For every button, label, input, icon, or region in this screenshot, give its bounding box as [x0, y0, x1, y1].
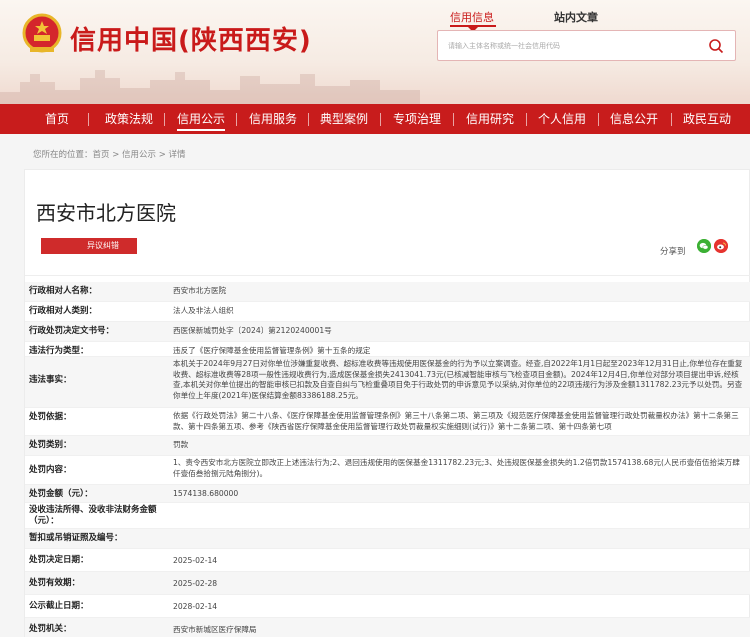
city-skyline-decoration — [0, 70, 420, 104]
nav-separator — [671, 113, 672, 126]
nav-credit-service[interactable]: 信用服务 — [246, 104, 300, 134]
site-title[interactable]: 信用中国(陕西西安) — [70, 20, 312, 57]
nav-typical-cases[interactable]: 典型案例 — [317, 104, 371, 134]
row-label: 行政相对人类别： — [29, 306, 98, 316]
objection-correction-button[interactable]: 异议纠错 — [41, 238, 137, 254]
table-row: 处罚类别： 罚款 — [25, 436, 750, 456]
tab-credit-info[interactable]: 信用信息 — [450, 9, 494, 25]
row-value: 1574138.680000 — [173, 489, 239, 498]
nav-separator — [308, 113, 309, 126]
row-value: 本机关于2024年9月27日对你单位涉嫌重复收费、超标准收费等违规使用医保基金的… — [173, 359, 743, 400]
row-label: 处罚有效期： — [29, 578, 81, 588]
row-label: 行政相对人名称： — [29, 286, 98, 296]
nav-special-governance[interactable]: 专项治理 — [390, 104, 444, 134]
table-row: 处罚金额（元）： 1574138.680000 — [25, 485, 750, 503]
nav-separator — [453, 113, 454, 126]
search-box — [437, 30, 736, 61]
main-nav: 首页 政策法规 信用公示 信用服务 典型案例 专项治理 信用研究 个人信用 信息… — [0, 104, 750, 134]
row-value: 违反了《医疗保障基金使用监督管理条例》第十五条的规定 — [173, 346, 371, 355]
table-row: 处罚依据： 依据《行政处罚法》第二十八条、《医疗保障基金使用监督管理条例》第三十… — [25, 408, 750, 436]
search-icon[interactable] — [708, 38, 724, 54]
row-value: 罚款 — [173, 440, 189, 449]
nav-separator — [164, 113, 165, 126]
row-label: 公示截止日期： — [29, 601, 89, 611]
row-label: 行政处罚决定文书号： — [29, 326, 115, 336]
search-input[interactable] — [448, 38, 698, 54]
nav-policy[interactable]: 政策法规 — [102, 104, 156, 134]
nav-separator — [88, 113, 89, 126]
row-label: 处罚金额（元）： — [29, 489, 93, 499]
table-row: 行政相对人名称： 西安市北方医院 — [25, 282, 750, 302]
nav-separator — [380, 113, 381, 126]
row-value: 2028-02-14 — [173, 602, 218, 611]
row-label: 处罚内容： — [29, 465, 72, 475]
wechat-share-icon[interactable] — [697, 239, 711, 253]
table-row: 违法事实： 本机关于2024年9月27日对你单位涉嫌重复收费、超标准收费等违规使… — [25, 357, 750, 408]
weibo-share-icon[interactable] — [714, 239, 728, 253]
page-title: 西安市北方医院 — [36, 201, 176, 225]
row-label: 处罚依据： — [29, 412, 72, 422]
info-table: 行政相对人名称： 西安市北方医院 行政相对人类别： 法人及非法人组织 行政处罚决… — [25, 282, 750, 637]
table-row: 没收违法所得、没收非法财务金额（元）： — [25, 503, 750, 529]
table-row: 违法行为类型： 违反了《医疗保障基金使用监督管理条例》第十五条的规定 — [25, 342, 750, 357]
nav-personal-credit[interactable]: 个人信用 — [535, 104, 589, 134]
table-row: 处罚内容： 1、责令西安市北方医院立即改正上述违法行为;2、退回违规使用的医保基… — [25, 456, 750, 485]
row-value: 2025-02-28 — [173, 579, 218, 588]
breadcrumb: 您所在的位置：首页 > 信用公示 > 详情 — [33, 150, 186, 160]
row-value: 2025-02-14 — [173, 556, 218, 565]
detail-header: 西安市北方医院 异议纠错 分享到 — [25, 170, 750, 276]
row-value: 西医保新城罚处字〔2024〕第2120240001号 — [173, 326, 332, 335]
table-row: 处罚决定日期： 2025-02-14 — [25, 549, 750, 572]
nav-credit-publicity[interactable]: 信用公示 — [175, 104, 227, 134]
table-row: 处罚机关： 西安市新城区医疗保障局 — [25, 618, 750, 637]
share-label: 分享到 — [660, 247, 686, 257]
nav-info-disclosure[interactable]: 信息公开 — [607, 104, 661, 134]
nav-separator — [598, 113, 599, 126]
nav-separator — [526, 113, 527, 126]
row-label: 处罚机关： — [29, 624, 72, 634]
row-value: 西安市北方医院 — [173, 286, 227, 295]
table-row: 行政相对人类别： 法人及非法人组织 — [25, 302, 750, 322]
nav-separator — [236, 113, 237, 126]
table-row: 暂扣或吊销证照及编号： — [25, 529, 750, 549]
row-value: 法人及非法人组织 — [173, 306, 234, 315]
detail-card: 西安市北方医院 异议纠错 分享到 行政相对人名称： 西安市北方医院 行政相对人类… — [24, 169, 750, 637]
row-value: 依据《行政处罚法》第二十八条、《医疗保障基金使用监督管理条例》第三十八条第二项、… — [173, 411, 739, 431]
row-value: 西安市新城区医疗保障局 — [173, 625, 257, 634]
nav-home[interactable]: 首页 — [41, 104, 73, 134]
row-label: 违法行为类型： — [29, 346, 89, 356]
nav-gov-interaction[interactable]: 政民互动 — [680, 104, 734, 134]
table-row: 行政处罚决定文书号： 西医保新城罚处字〔2024〕第2120240001号 — [25, 322, 750, 342]
table-row: 公示截止日期： 2028-02-14 — [25, 595, 750, 618]
table-row: 处罚有效期： 2025-02-28 — [25, 572, 750, 595]
site-header: 信用中国(陕西西安) 信用信息 站内文章 — [0, 0, 750, 104]
row-label: 暂扣或吊销证照及编号： — [29, 533, 123, 543]
row-label: 处罚类别： — [29, 440, 72, 450]
nav-credit-research[interactable]: 信用研究 — [463, 104, 517, 134]
national-emblem-logo — [22, 13, 62, 53]
tab-site-articles[interactable]: 站内文章 — [554, 9, 598, 25]
row-value: 1、责令西安市北方医院立即改正上述违法行为;2、退回违规使用的医保基金13117… — [173, 458, 740, 478]
row-label: 没收违法所得、没收非法财务金额（元）： — [29, 505, 157, 526]
row-label: 违法事实： — [29, 375, 72, 385]
row-label: 处罚决定日期： — [29, 555, 89, 565]
